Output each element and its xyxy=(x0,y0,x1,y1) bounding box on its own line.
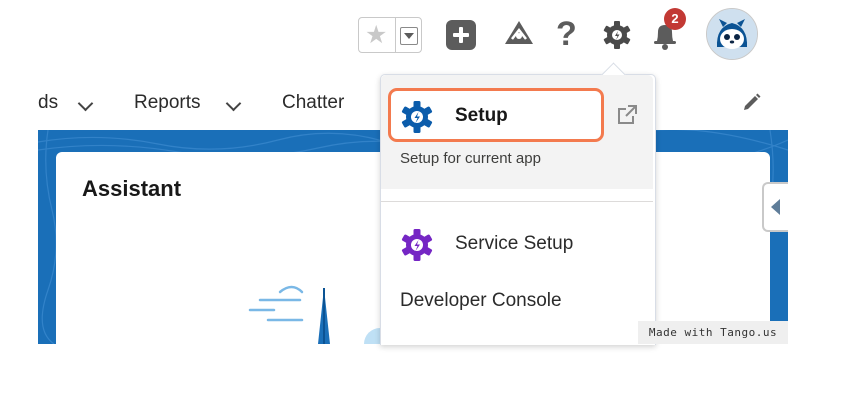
tango-watermark: Made with Tango.us xyxy=(638,321,788,344)
favorites-button-group[interactable]: ★ xyxy=(358,17,422,53)
edit-nav-pencil-icon[interactable] xyxy=(740,92,762,114)
service-setup-menu-item[interactable]: Service Setup xyxy=(455,233,573,255)
setup-subtitle: Setup for current app xyxy=(400,150,541,167)
assistant-title: Assistant xyxy=(82,176,182,201)
nav-tab-partial[interactable]: ds xyxy=(38,92,58,114)
chevron-down-icon[interactable] xyxy=(225,95,242,112)
notification-count-badge: 2 xyxy=(664,8,686,30)
user-avatar[interactable] xyxy=(706,8,758,60)
help-icon[interactable]: ? xyxy=(556,14,577,54)
chevron-down-icon[interactable] xyxy=(77,95,94,112)
setup-gear-icon[interactable] xyxy=(602,20,632,50)
astro-avatar-icon xyxy=(707,9,757,59)
assistant-illustration xyxy=(248,285,396,344)
nav-tab-reports[interactable]: Reports xyxy=(134,92,201,114)
setup-label[interactable]: Setup xyxy=(455,105,508,127)
favorites-divider xyxy=(395,18,396,52)
favorites-dropdown-icon[interactable] xyxy=(400,27,418,45)
favorites-star-icon[interactable]: ★ xyxy=(365,21,387,49)
purple-gear-icon xyxy=(401,229,433,261)
global-actions-plus-icon[interactable] xyxy=(446,20,476,50)
open-in-new-window-icon[interactable] xyxy=(616,104,638,126)
blue-gear-icon xyxy=(401,101,433,133)
nav-tab-chatter[interactable]: Chatter xyxy=(282,92,344,114)
side-panel-toggle[interactable] xyxy=(762,182,788,232)
developer-console-menu-item[interactable]: Developer Console xyxy=(400,290,562,312)
trailhead-icon[interactable] xyxy=(502,18,536,50)
menu-divider xyxy=(381,201,653,202)
